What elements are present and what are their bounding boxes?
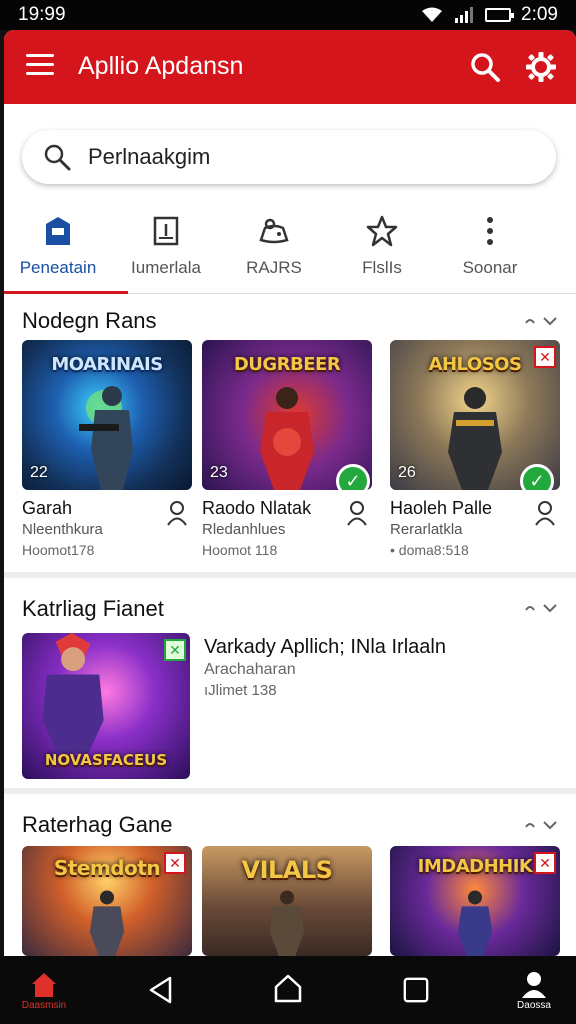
divider — [4, 572, 576, 578]
flag-icon: ✕ — [534, 346, 556, 368]
hero-figure — [457, 890, 493, 956]
game-thumbnail[interactable]: DUGRBEER 23 ✓ — [202, 340, 372, 490]
nav-home[interactable]: Daasmsin — [14, 956, 74, 1024]
tab-rajrs[interactable]: RAJRS — [220, 202, 328, 293]
soldier-figure — [448, 387, 502, 490]
status-time: 19:99 — [18, 4, 66, 25]
back-icon[interactable] — [146, 975, 176, 1005]
home-button-icon[interactable] — [273, 973, 303, 1003]
game-card[interactable]: VILALS — [202, 846, 372, 956]
user-icon — [522, 971, 546, 998]
search-field-icon — [44, 144, 71, 171]
menu-icon[interactable] — [26, 54, 54, 78]
game-card[interactable]: IMDADHHIK ✕ — [390, 846, 560, 956]
home-icon — [32, 972, 56, 997]
chevron-down-icon[interactable] — [524, 314, 558, 328]
verified-check-icon: ✓ — [520, 464, 554, 490]
app-bar: Apllio Apdansn — [4, 30, 576, 104]
section-title: Raterhag Gane — [22, 812, 173, 837]
game-thumbnail[interactable]: MOARINAIS 22 — [22, 340, 192, 490]
user-icon[interactable] — [166, 500, 188, 526]
soldier-figure — [89, 890, 125, 956]
flag-icon: ✕ — [534, 852, 556, 874]
tab-peneatain[interactable]: Peneatain — [4, 202, 128, 294]
tab-flslis[interactable]: FlslIs — [328, 202, 436, 293]
flag-icon: ✕ — [164, 639, 186, 661]
app-title: Apllio Apdansn — [78, 52, 244, 80]
flag-icon: ✕ — [164, 852, 186, 874]
wifi-icon — [422, 7, 443, 22]
chevron-down-icon[interactable] — [524, 818, 558, 832]
game-thumbnail[interactable]: IMDADHHIK ✕ — [390, 846, 560, 956]
status-clock: 2:09 — [521, 4, 558, 25]
divider — [4, 788, 576, 794]
app-screen: Apllio Apdansn Perlnaakgim Peneatain Ium… — [4, 30, 576, 956]
tab-soonar[interactable]: Soonar — [436, 202, 544, 293]
recents-icon[interactable] — [402, 976, 430, 1004]
game-card[interactable]: Stemdotn ✕ — [22, 846, 192, 956]
section-nodegn-rans: Nodegn Rans MOARINAIS 22 Garah Nleenthku… — [4, 300, 576, 570]
game-thumbnail[interactable]: AHLOSOS 26 ✕ ✓ — [390, 340, 560, 490]
nav-profile[interactable]: Daossa — [504, 956, 564, 1024]
section-title: Katrliag Fianet — [22, 596, 164, 621]
chevron-down-icon[interactable] — [524, 601, 558, 615]
search-bar[interactable] — [22, 130, 556, 184]
star-icon — [366, 215, 398, 247]
user-icon[interactable] — [346, 500, 368, 526]
category-tabs: Peneatain Iumerlala RAJRS FlslIs Soonar — [4, 202, 576, 294]
bottom-navigation: Daasmsin Daossa — [0, 956, 576, 1024]
game-thumbnail[interactable]: VILALS — [202, 846, 372, 956]
soldier-figure — [79, 386, 133, 490]
more-vertical-icon — [487, 217, 493, 245]
status-bar: 19:99 2:09 — [0, 0, 576, 30]
featured-game-title: Varkady Apllich; INla Irlaaln — [204, 636, 446, 658]
tab-iumerlala[interactable]: Iumerlala — [112, 202, 220, 293]
hero-figure — [260, 387, 314, 490]
signal-icon — [455, 7, 474, 23]
section-title: Nodegn Rans — [22, 308, 157, 333]
battery-icon — [485, 8, 515, 22]
featured-game-meta: ıJlimet 138 — [204, 682, 277, 699]
verified-check-icon: ✓ — [336, 464, 370, 490]
user-icon[interactable] — [534, 500, 556, 526]
search-icon[interactable] — [468, 50, 502, 84]
soldier-figure — [269, 890, 305, 956]
game-thumbnail[interactable]: Stemdotn ✕ — [22, 846, 192, 956]
featured-game-thumbnail[interactable]: NOVASFACEUS ✕ — [22, 633, 190, 779]
game-controller-icon — [259, 218, 289, 244]
search-input[interactable] — [88, 144, 508, 170]
document-icon — [153, 216, 179, 246]
gear-icon[interactable] — [524, 50, 558, 84]
hero-figure — [42, 633, 104, 753]
featured-game-subtitle: Arachaharan — [204, 661, 296, 678]
shopping-bag-icon — [46, 217, 70, 245]
